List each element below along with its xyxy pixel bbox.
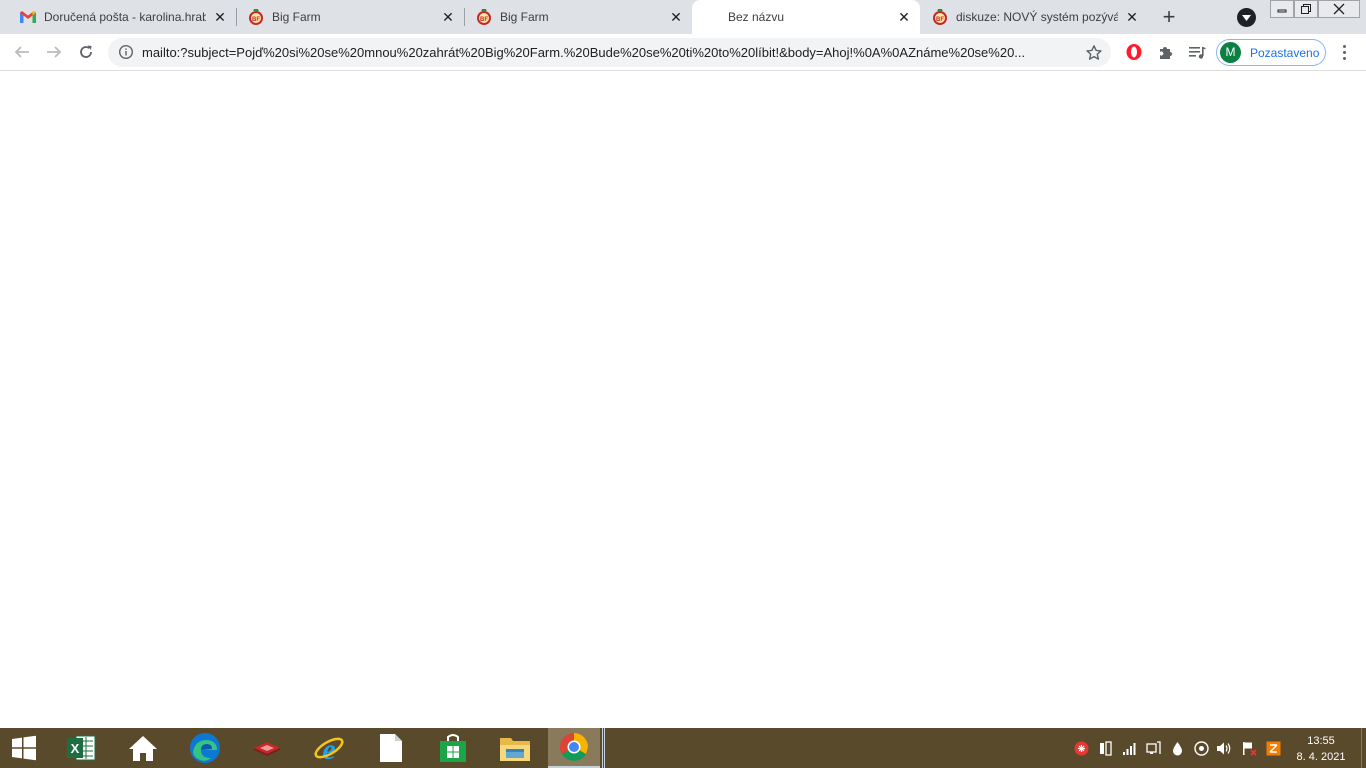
taskbar-app-red[interactable]: [238, 728, 296, 768]
taskbar-chrome[interactable]: [548, 728, 600, 768]
device-tray-icon[interactable]: [1097, 740, 1113, 756]
close-icon[interactable]: ✕: [896, 9, 912, 25]
excel-icon: X: [67, 735, 96, 761]
signal-tray-icon[interactable]: [1121, 740, 1137, 756]
avatar: M: [1220, 42, 1241, 63]
media-queue-icon[interactable]: [1187, 42, 1207, 62]
taskbar-file-explorer[interactable]: [486, 728, 544, 768]
tab-gmail[interactable]: Doručená pošta - karolina.hrab ✕: [8, 0, 237, 34]
restore-button[interactable]: [1294, 0, 1318, 18]
close-icon: [1333, 3, 1345, 15]
svg-text:BF: BF: [480, 17, 488, 23]
tab-big-farm-2[interactable]: BF Big Farm ✕: [464, 0, 692, 34]
close-icon[interactable]: ✕: [1124, 9, 1140, 25]
clock-time: 13:55: [1307, 735, 1335, 747]
close-icon[interactable]: ✕: [440, 9, 456, 25]
svg-text:X: X: [71, 741, 80, 756]
svg-text:e: e: [322, 733, 335, 764]
minimize-button[interactable]: [1270, 0, 1294, 18]
tab-strip: Doručená pošta - karolina.hrab ✕ BF Big …: [0, 0, 1366, 34]
chrome-icon: [560, 733, 588, 761]
volume-tray-icon[interactable]: [1216, 740, 1232, 756]
taskbar: X e 13:55 8. 4. 2021: [0, 728, 1366, 768]
bigfarm-icon: BF: [248, 9, 264, 25]
more-menu-icon[interactable]: [1336, 42, 1352, 62]
tab-title: Bez názvu: [728, 10, 785, 24]
tab-title: Big Farm: [272, 10, 321, 24]
edge-icon: [190, 733, 220, 763]
clock-date: 8. 4. 2021: [1296, 751, 1346, 763]
minimize-icon: [1277, 9, 1287, 13]
network-tray-icon[interactable]: [1145, 740, 1161, 756]
antivirus-tray-icon[interactable]: [1073, 740, 1089, 756]
back-button[interactable]: [10, 40, 34, 64]
tab-big-farm-1[interactable]: BF Big Farm ✕: [236, 0, 465, 34]
taskbar-home[interactable]: [114, 728, 172, 768]
store-icon: [440, 734, 466, 762]
taskbar-chrome-stack: [602, 728, 605, 768]
tab-title: diskuze: NOVÝ systém pozývání: [956, 10, 1118, 24]
url-text: mailto:?subject=Pojď%20si%20se%20mnou%20…: [142, 45, 1026, 60]
svg-text:BF: BF: [936, 17, 944, 23]
document-icon: [380, 734, 402, 762]
forward-button[interactable]: [42, 40, 66, 64]
tab-title: Doručená pošta - karolina.hrab: [44, 10, 206, 24]
taskbar-excel[interactable]: X: [52, 728, 110, 768]
steam-tray-icon[interactable]: [1193, 740, 1209, 756]
extensions-puzzle-icon[interactable]: [1156, 42, 1176, 62]
tab-title: Big Farm: [500, 10, 549, 24]
profile-button[interactable]: M Pozastaveno: [1216, 39, 1326, 66]
folder-icon: [500, 738, 530, 761]
restore-icon: [1301, 4, 1311, 14]
reload-button[interactable]: [74, 40, 98, 64]
screen: Doručená pošta - karolina.hrab ✕ BF Big …: [0, 0, 1366, 768]
bookmark-star-icon[interactable]: [1085, 44, 1103, 62]
water-drop-tray-icon[interactable]: [1169, 740, 1185, 756]
profile-status-label: Pozastaveno: [1250, 45, 1320, 60]
bigfarm-icon: BF: [476, 9, 492, 25]
bigfarm-icon: BF: [932, 9, 948, 25]
arrow-left-icon: [14, 46, 29, 58]
info-icon[interactable]: [118, 44, 134, 60]
page-content: [0, 71, 1366, 728]
book-icon: [254, 742, 280, 756]
show-desktop-button[interactable]: [1361, 728, 1366, 768]
new-tab-button[interactable]: +: [1156, 5, 1182, 29]
chevron-down-icon: [1242, 14, 1251, 21]
gmail-icon: [20, 9, 36, 25]
arrow-right-icon: [47, 46, 62, 58]
taskbar-internet-explorer[interactable]: e: [300, 728, 358, 768]
home-icon: [129, 736, 157, 761]
avast-tray-icon[interactable]: [1265, 740, 1281, 756]
taskbar-edge[interactable]: [176, 728, 234, 768]
taskbar-store[interactable]: [424, 728, 482, 768]
reload-icon: [80, 45, 92, 58]
clock[interactable]: 13:55 8. 4. 2021: [1290, 733, 1352, 765]
svg-text:BF: BF: [252, 17, 260, 23]
close-icon[interactable]: ✕: [212, 9, 228, 25]
opera-extension-icon[interactable]: [1124, 42, 1144, 62]
close-window-button[interactable]: [1318, 0, 1360, 18]
tab-diskuze[interactable]: BF diskuze: NOVÝ systém pozývání ✕: [920, 0, 1148, 34]
browser-toolbar: mailto:?subject=Pojď%20si%20se%20mnou%20…: [0, 34, 1366, 71]
windows-logo-icon: [12, 735, 36, 761]
tab-search-button[interactable]: [1237, 8, 1256, 27]
taskbar-document[interactable]: [362, 728, 420, 768]
flag-tray-icon[interactable]: [1241, 740, 1257, 756]
address-bar[interactable]: mailto:?subject=Pojď%20si%20se%20mnou%20…: [108, 38, 1111, 67]
tab-bez-nazvu[interactable]: Bez názvu ✕: [692, 0, 920, 34]
close-icon[interactable]: ✕: [668, 9, 684, 25]
internet-explorer-icon: e: [314, 733, 344, 764]
start-button[interactable]: [0, 728, 48, 768]
